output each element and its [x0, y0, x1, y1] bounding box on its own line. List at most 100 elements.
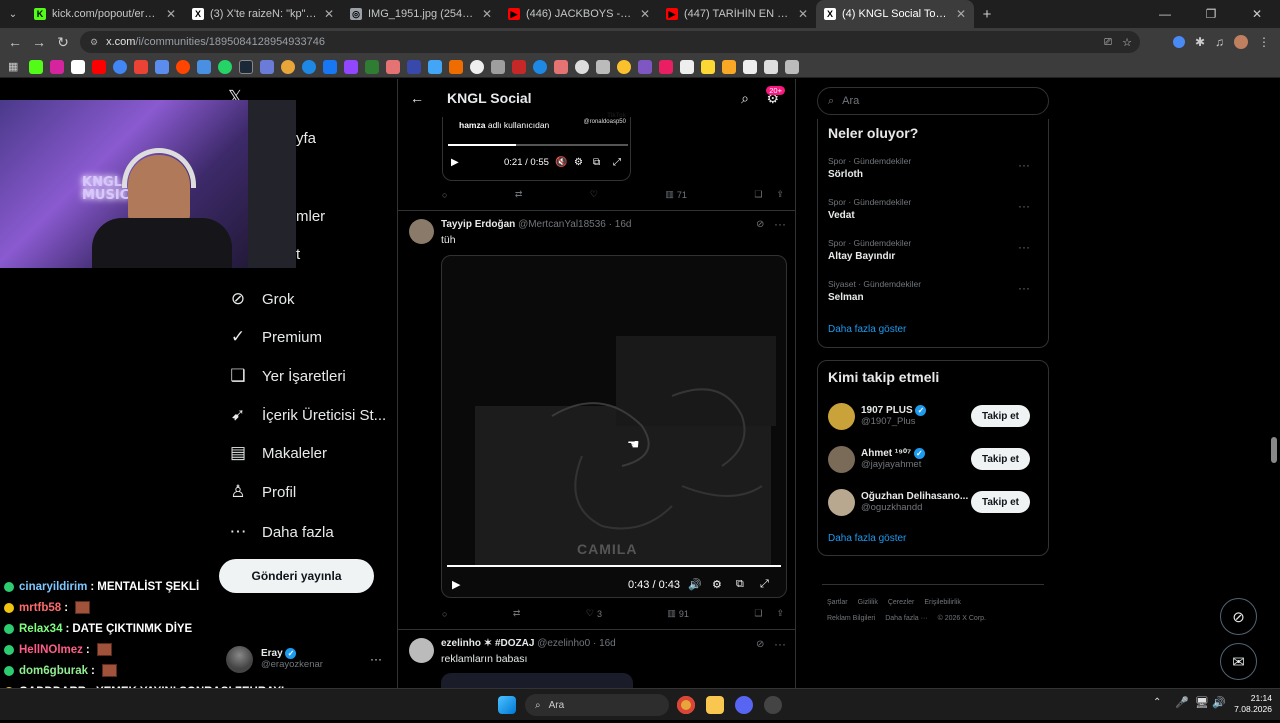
trend-more-icon[interactable]: ··· — [1018, 281, 1030, 295]
bookmark-c-icon[interactable] — [764, 59, 778, 74]
maximize-button[interactable]: ❐ — [1188, 0, 1234, 28]
bookmark-leaf-icon[interactable] — [680, 59, 694, 74]
follow-button[interactable]: Takip et — [971, 491, 1030, 513]
bookmark-google-icon[interactable] — [113, 59, 127, 74]
forward-icon[interactable]: → — [27, 34, 51, 50]
trend-item[interactable]: Spor · Gündemdekiler Altay Bayındır ··· — [828, 238, 1040, 262]
bookmark-yellow-icon[interactable] — [617, 59, 631, 74]
tab-close-icon[interactable]: ✕ — [324, 7, 334, 21]
bookmark-folder-icon[interactable] — [722, 59, 736, 74]
fullscreen-icon[interactable]: ⤢ — [613, 157, 621, 168]
bookmark-blue-icon[interactable] — [428, 59, 442, 74]
bookmark-icon[interactable]: ❑ — [754, 608, 762, 619]
bookmark-orange-icon[interactable] — [449, 59, 463, 74]
post-time[interactable]: 16d — [599, 638, 616, 649]
post-more-icon[interactable]: ··· — [774, 637, 786, 651]
nav-item-bookmark[interactable]: ❑ Yer İşaretleri — [228, 361, 345, 391]
bookmark-b-icon[interactable] — [407, 59, 421, 74]
apps-grid-icon[interactable]: ▦ — [8, 60, 22, 73]
tab-close-icon[interactable]: ✕ — [166, 7, 176, 21]
explorer-icon[interactable] — [706, 696, 724, 714]
bookmark-twitch-icon[interactable] — [344, 59, 358, 74]
footer-link[interactable]: Erişilebilirlik — [924, 599, 961, 606]
bookmark-grid-icon[interactable] — [785, 59, 799, 74]
back-arrow-icon[interactable]: ← — [410, 90, 424, 106]
tab-close-icon[interactable]: ✕ — [956, 7, 966, 21]
repost-icon[interactable]: ⇄ — [515, 189, 523, 200]
bookmark-white-icon[interactable] — [470, 59, 484, 74]
tab-search-icon[interactable]: ⌄ — [0, 9, 26, 20]
pip-icon[interactable]: ⧉ — [736, 578, 744, 591]
bookmark-chrome-icon[interactable] — [281, 59, 295, 74]
follow-suggestion[interactable]: Oğuzhan Delihasano... @oguzkhandd Takip … — [828, 487, 1040, 517]
bookmark-lamp-icon[interactable] — [743, 59, 757, 74]
install-app-icon[interactable]: ⎚ — [1104, 37, 1112, 48]
site-info-icon[interactable]: ⚙ — [90, 37, 98, 48]
volume-icon[interactable]: 🔊 — [688, 578, 702, 591]
grok-explain-icon[interactable]: ⊘ — [756, 219, 764, 230]
start-icon[interactable] — [498, 696, 516, 714]
browser-tab[interactable]: X (4) KNGL Social Topluluk / X ✕ — [816, 0, 974, 28]
discord-icon[interactable] — [735, 696, 753, 714]
browser-tab[interactable]: X (3) X'te raizeN: "kp"p hayranlar ✕ — [184, 0, 342, 28]
like-icon[interactable]: ♡ — [590, 189, 598, 200]
footer-link[interactable]: Reklam Bilgileri — [827, 615, 875, 622]
footer-link[interactable]: Gizlilik — [858, 599, 878, 606]
share-icon[interactable]: ⇪ — [776, 608, 784, 619]
profile-avatar-icon[interactable] — [1234, 35, 1248, 49]
video-progress-track[interactable] — [448, 144, 628, 146]
follow-suggestion[interactable]: Ahmet ¹⁹⁰⁷ ✓ @jayjayahmet Takip et — [828, 444, 1040, 474]
bookmark-facebook-icon[interactable] — [323, 59, 337, 74]
who-show-more[interactable]: Daha fazla göster — [828, 533, 906, 544]
follow-suggestion[interactable]: 1907 PLUS ✓ @1907_Plus Takip et — [828, 401, 1040, 431]
trend-item[interactable]: Siyaset · Gündemdekiler Selman ··· — [828, 279, 1040, 303]
tab-close-icon[interactable]: ✕ — [640, 7, 650, 21]
bookmark-reddit-icon[interactable] — [176, 59, 190, 74]
app-icon[interactable] — [764, 696, 782, 714]
bookmark-tod-icon[interactable] — [701, 59, 715, 74]
bookmark-pink-icon[interactable] — [554, 59, 568, 74]
tray-overflow-icon[interactable]: ⌃ — [1153, 697, 1161, 708]
clock[interactable]: 21:14 7.08.2026 — [1228, 693, 1272, 715]
nav-item-rocket[interactable]: ➹ İçerik Üreticisi St... — [228, 400, 386, 430]
extensions-puzzle-icon[interactable]: ✱ — [1195, 35, 1205, 49]
nav-partial-1[interactable]: yfa — [296, 123, 316, 153]
tab-close-icon[interactable]: ✕ — [482, 7, 492, 21]
bookmark-gmail-icon[interactable] — [134, 59, 148, 74]
bookmark-layers-icon[interactable] — [596, 59, 610, 74]
nav-item-more[interactable]: ⋯ Daha fazla — [228, 517, 334, 547]
video-settings-icon[interactable]: ⚙ — [712, 578, 722, 591]
bookmark-youtube-icon[interactable] — [92, 59, 106, 74]
reply-icon[interactable]: ○ — [442, 608, 447, 619]
nav-partial-2[interactable]: mler — [296, 201, 325, 231]
nav-item-article[interactable]: ▤ Makaleler — [228, 438, 327, 468]
trend-item[interactable]: Spor · Gündemdekiler Sörloth ··· — [828, 156, 1040, 180]
mute-icon[interactable]: 🔇 — [555, 157, 567, 168]
video-settings-icon[interactable]: ⚙ — [574, 157, 583, 168]
like-stat[interactable]: ♡ 3 — [586, 608, 602, 619]
account-more-icon[interactable]: ··· — [370, 652, 382, 666]
nav-item-profile[interactable]: ♙ Profil — [228, 477, 296, 507]
author-name[interactable]: Tayyip Erdoğan — [441, 219, 515, 230]
tiktok-video[interactable]: hamza adlı kullanıcıdan TikTok @ronaldoa… — [442, 113, 631, 181]
views-stat[interactable]: ▥ 71 — [665, 189, 687, 200]
close-window-button[interactable]: ✕ — [1234, 0, 1280, 28]
bookmark-blue2-icon[interactable] — [533, 59, 547, 74]
bookmark-link-icon[interactable] — [155, 59, 169, 74]
bookmark-icon[interactable]: ❑ — [754, 189, 762, 200]
browser-menu-icon[interactable]: ⋮ — [1258, 35, 1270, 49]
browser-tab[interactable]: ◎ IMG_1951.jpg (254×426) ✕ — [342, 0, 500, 28]
grok-explain-icon[interactable]: ⊘ — [756, 639, 764, 650]
bookmark-round-icon[interactable] — [575, 59, 589, 74]
chrome-icon[interactable] — [677, 696, 695, 714]
post-more-icon[interactable]: ··· — [774, 217, 786, 231]
nav-item-premium[interactable]: ✓ Premium — [228, 322, 322, 352]
bookmark-play-icon[interactable] — [302, 59, 316, 74]
page-scrollbar[interactable] — [1271, 437, 1277, 463]
nav-item-grok[interactable]: ⊘ Grok — [228, 284, 295, 314]
browser-tab[interactable]: ▶ (447) TARİHİN EN BÜYÜK DRAM ✕ — [658, 0, 816, 28]
post-media[interactable] — [441, 673, 633, 688]
fullscreen-icon[interactable]: ⤢ — [760, 578, 769, 591]
footer-link[interactable]: Daha fazla ··· — [885, 615, 927, 622]
post-time[interactable]: 16d — [615, 219, 632, 230]
